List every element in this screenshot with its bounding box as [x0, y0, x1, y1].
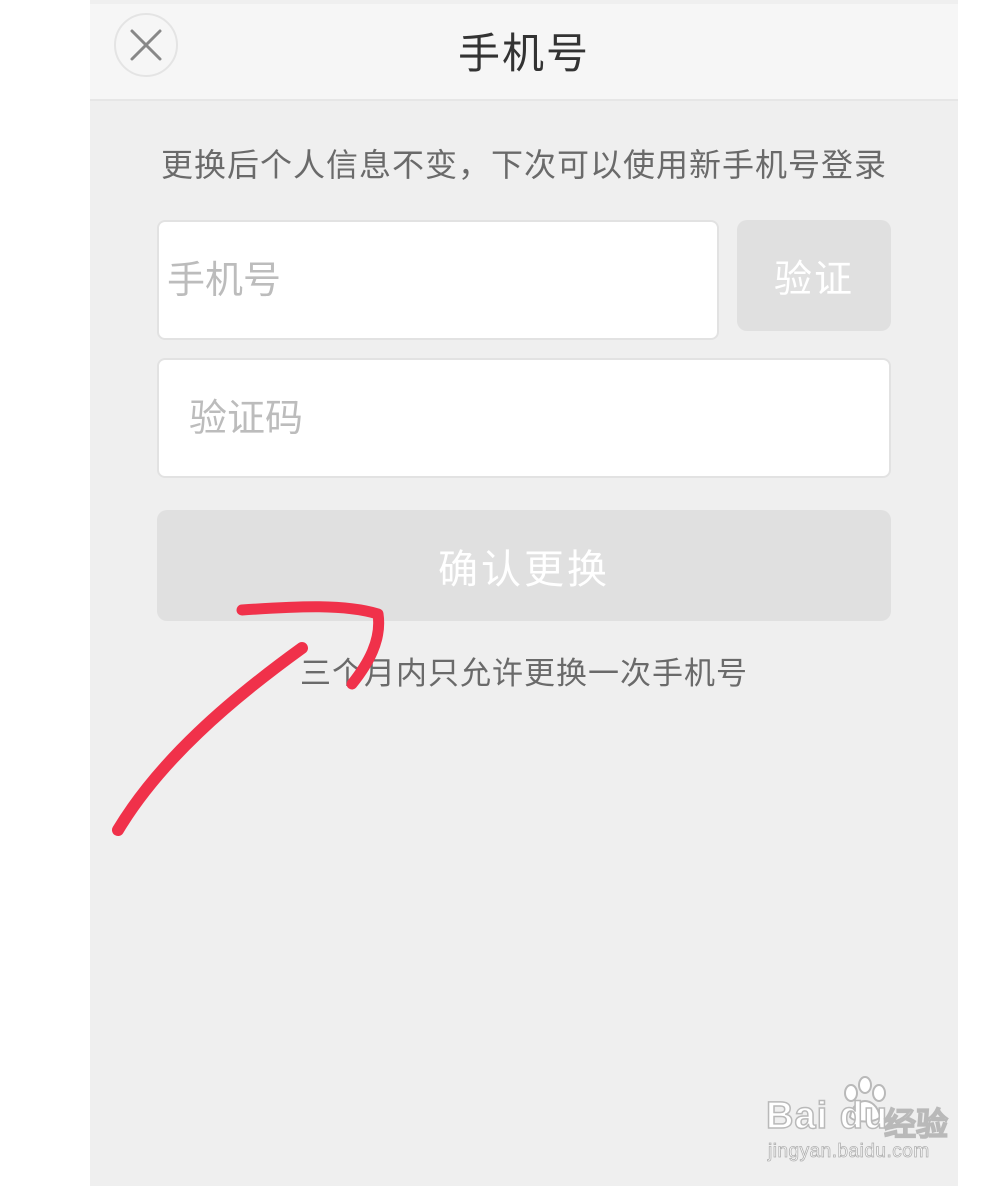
- watermark-brand-cn: 经验: [883, 1104, 949, 1143]
- arrow-annotation-icon: [112, 601, 385, 836]
- baidu-watermark: Bai du 经验 jingyan.baidu.com: [765, 1075, 956, 1170]
- watermark-brand: Bai du: [765, 1094, 889, 1138]
- watermark-url: jingyan.baidu.com: [768, 1141, 930, 1163]
